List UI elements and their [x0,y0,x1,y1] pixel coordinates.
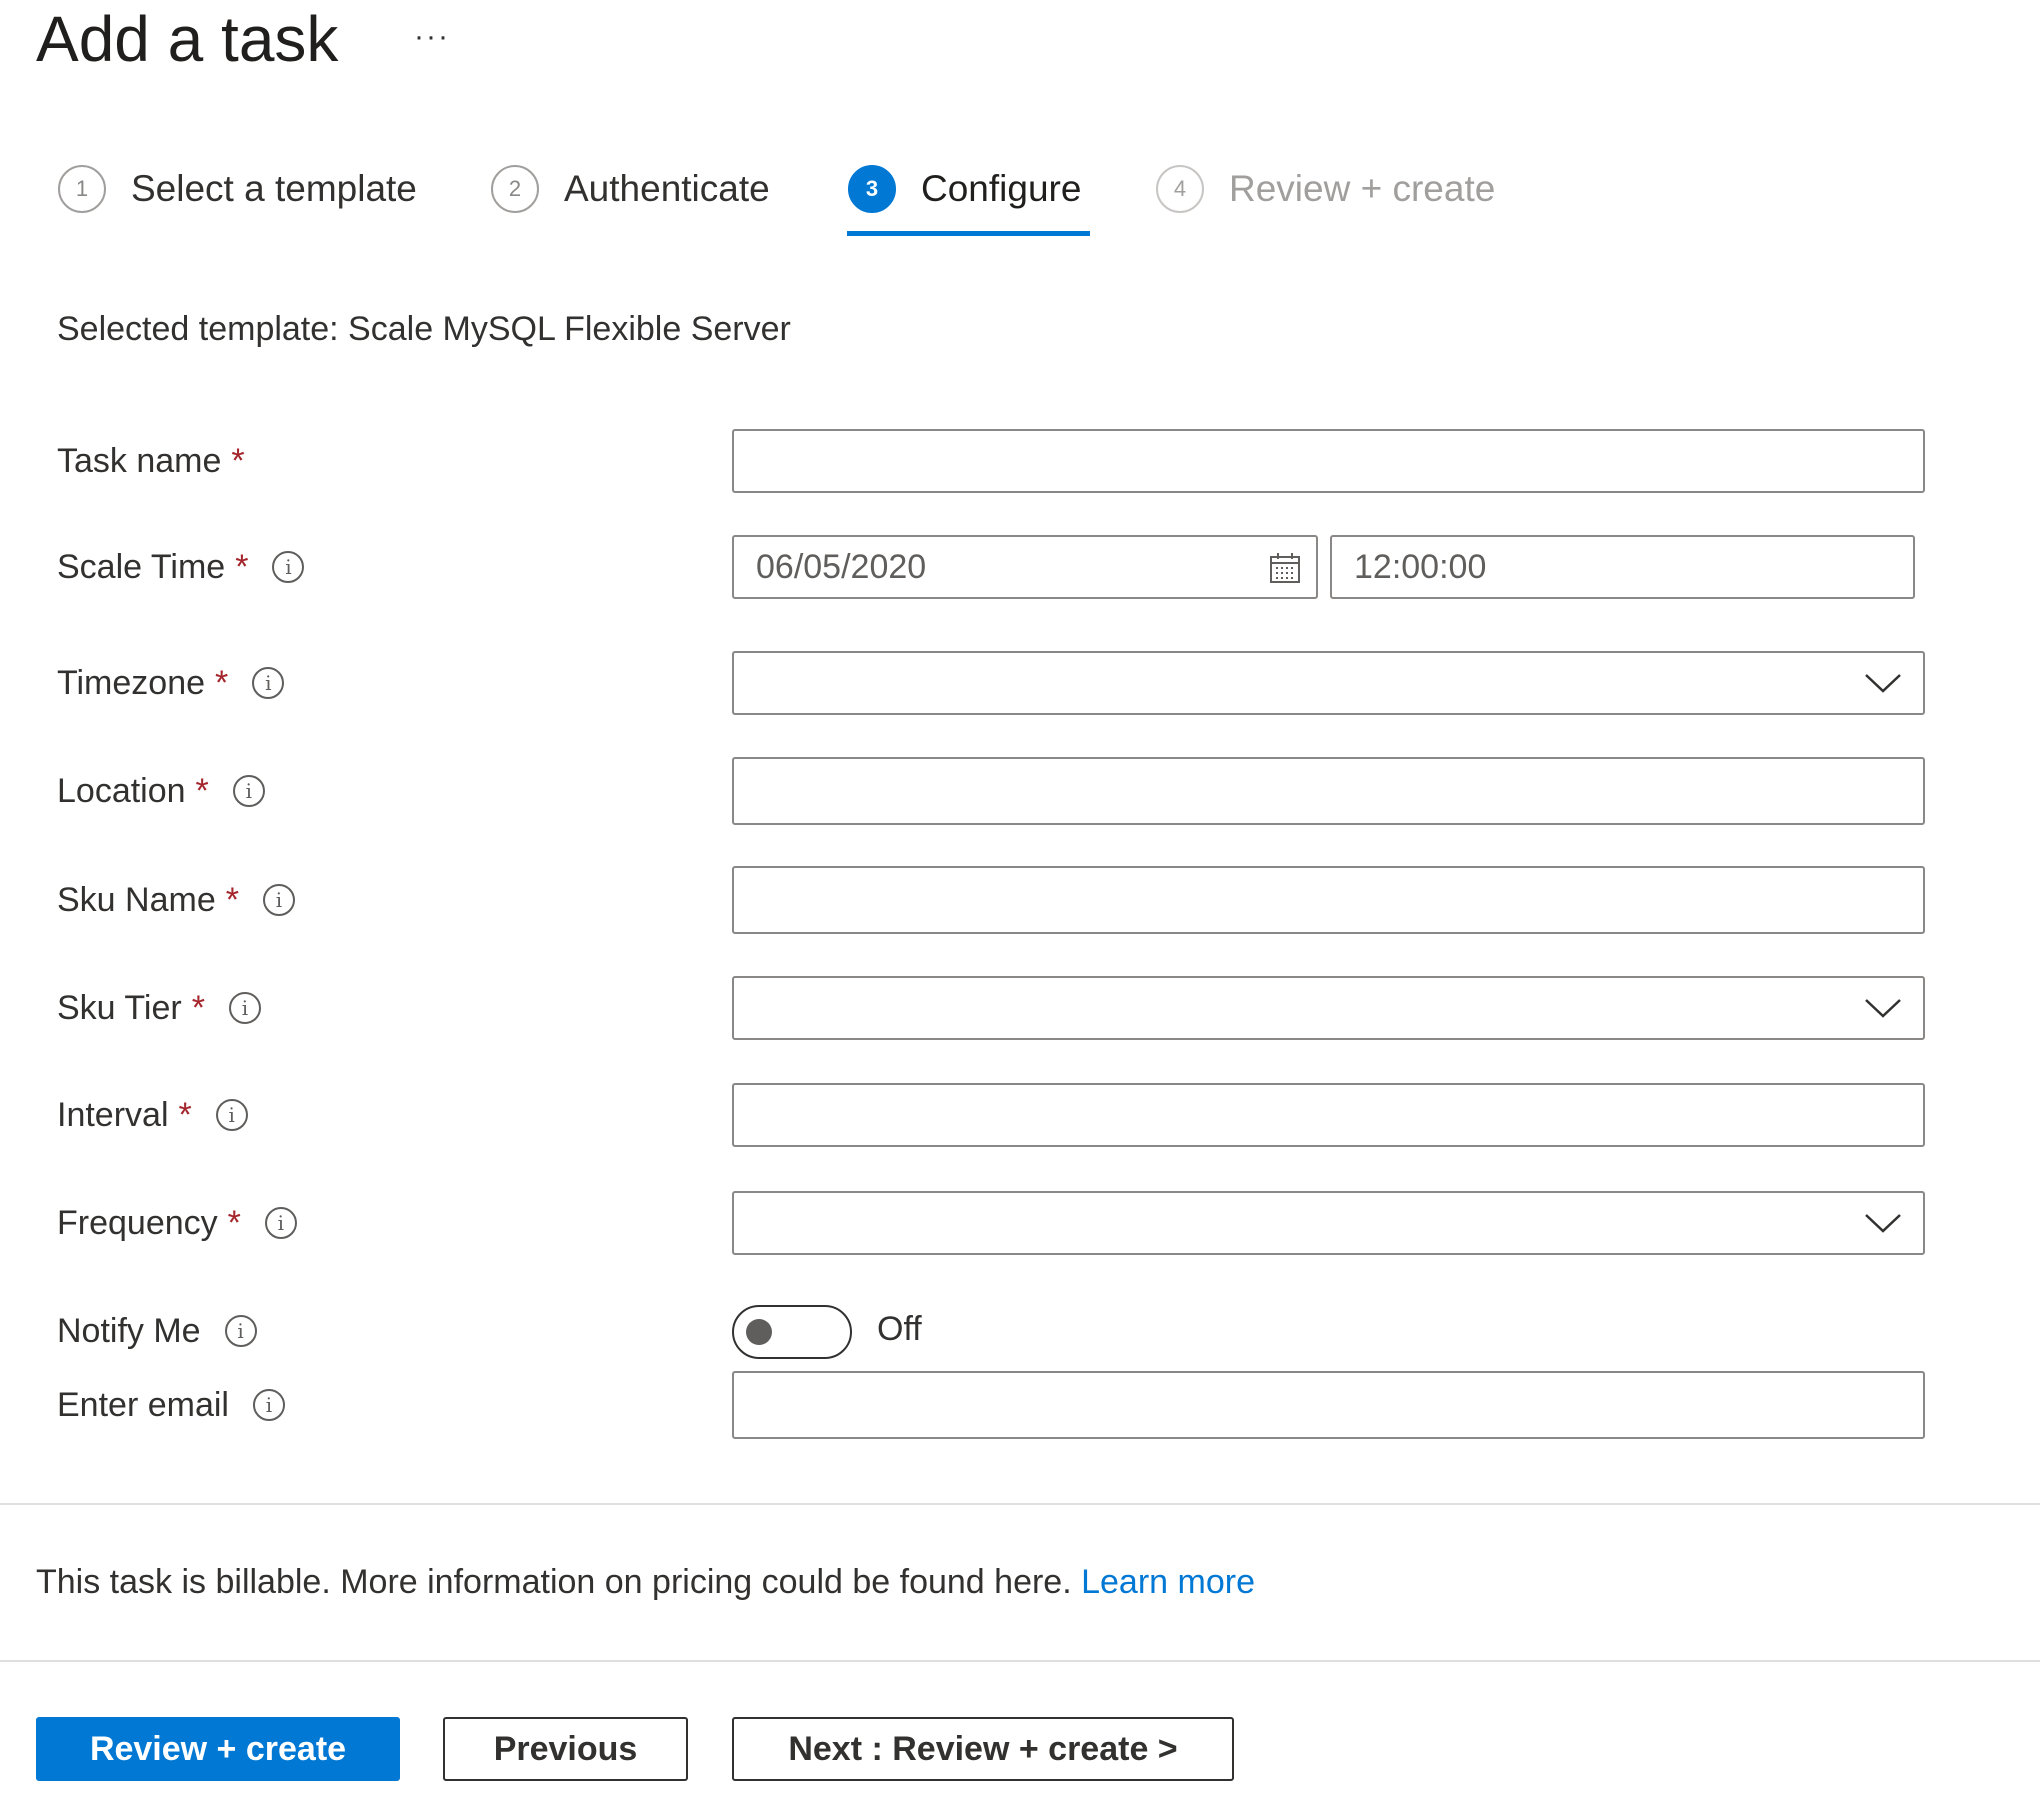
info-icon[interactable]: i [272,551,305,583]
toggle-knob [746,1319,772,1345]
billing-notice: This task is billable. More information … [36,1563,1255,1602]
label-text: Timezone [57,663,206,702]
step-authenticate[interactable]: 2 Authenticate [491,164,770,214]
info-icon[interactable]: i [215,1099,248,1131]
step-number-circle: 1 [58,165,106,213]
email-label: Enter email i [57,1380,285,1430]
info-icon[interactable]: i [224,1315,257,1347]
step-number-circle: 3 [848,165,896,213]
required-asterisk: * [191,988,205,1027]
previous-button[interactable]: Previous [443,1717,688,1781]
task-name-label: Task name * [57,436,245,486]
step-review-create: 4 Review + create [1156,164,1495,214]
ellipsis-icon[interactable]: ··· [414,20,450,54]
sku-tier-label: Sku Tier * i [57,983,261,1033]
chevron-down-icon [1865,674,1901,693]
info-icon[interactable]: i [264,1207,297,1239]
step-configure[interactable]: 3 Configure [848,164,1081,214]
required-asterisk: * [215,663,229,702]
label-text: Sku Name [57,880,216,919]
scale-date-input[interactable]: 06/05/2020 [732,535,1318,599]
sku-name-input[interactable] [732,866,1925,934]
learn-more-link[interactable]: Learn more [1081,1563,1255,1601]
timezone-dropdown[interactable] [732,651,1925,715]
notify-me-label: Notify Me i [57,1306,257,1356]
info-icon[interactable]: i [252,1389,285,1421]
scale-time-label: Scale Time * i [57,542,305,592]
label-text: Frequency [57,1203,218,1242]
email-input[interactable] [732,1371,1925,1439]
toggle-state-text: Off [877,1310,922,1348]
step-label: Configure [921,168,1082,209]
label-text: Location [57,771,186,810]
location-label: Location * i [57,766,265,816]
info-icon[interactable]: i [252,667,285,699]
step-select-template[interactable]: 1 Select a template [58,164,417,214]
calendar-icon[interactable] [1268,551,1302,585]
info-icon[interactable]: i [228,992,261,1024]
location-input[interactable] [732,757,1925,825]
selected-template-text: Selected template: Scale MySQL Flexible … [57,310,791,348]
label-text: Task name [57,441,222,480]
frequency-label: Frequency * i [57,1198,297,1248]
task-name-input[interactable] [732,429,1925,493]
label-text: Sku Tier [57,988,182,1027]
frequency-dropdown[interactable] [732,1191,1925,1255]
next-button[interactable]: Next : Review + create > [732,1717,1234,1781]
notify-me-toggle[interactable] [732,1305,852,1359]
info-icon[interactable]: i [232,775,265,807]
label-text: Notify Me [57,1311,201,1350]
required-asterisk: * [235,547,249,586]
step-label: Select a template [131,168,417,209]
sku-tier-dropdown[interactable] [732,976,1925,1040]
label-text: Enter email [57,1385,229,1424]
required-asterisk: * [227,1203,241,1242]
label-text: Scale Time [57,547,226,586]
page-title: Add a task [36,3,339,75]
scale-time-input[interactable]: 12:00:00 [1330,535,1915,599]
label-text: Interval [57,1095,169,1134]
required-asterisk: * [195,771,209,810]
required-asterisk: * [231,441,245,480]
chevron-down-icon [1865,1214,1901,1233]
info-icon[interactable]: i [262,884,295,916]
step-label: Authenticate [564,168,770,209]
sku-name-label: Sku Name * i [57,875,295,925]
step-number-circle: 4 [1156,165,1204,213]
divider [0,1660,2040,1662]
time-value: 12:00:00 [1354,547,1487,586]
step-number-circle: 2 [491,165,539,213]
step-label: Review + create [1229,168,1496,209]
active-step-indicator [847,231,1090,236]
required-asterisk: * [225,880,239,919]
divider [0,1503,2040,1505]
review-create-button[interactable]: Review + create [36,1717,400,1781]
interval-input[interactable] [732,1083,1925,1147]
interval-label: Interval * i [57,1090,248,1140]
chevron-down-icon [1865,999,1901,1018]
billing-text: This task is billable. More information … [36,1563,1082,1601]
timezone-label: Timezone * i [57,658,285,708]
date-value: 06/05/2020 [756,547,927,586]
required-asterisk: * [178,1095,192,1134]
